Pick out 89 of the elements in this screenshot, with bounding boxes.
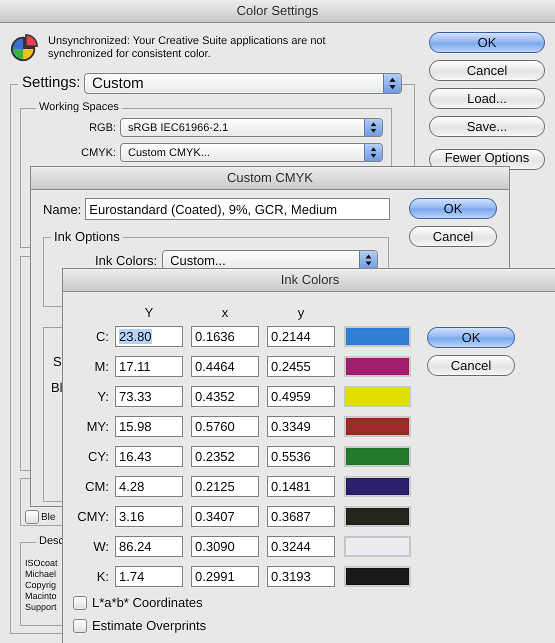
description-text: Copyrig — [25, 580, 58, 591]
stepper-arrows-icon — [359, 251, 378, 269]
row-label: W: — [92, 538, 109, 554]
text-field[interactable]: 3.16 — [115, 506, 183, 526]
text-field[interactable]: 4.28 — [115, 476, 183, 496]
stepper-arrows-icon — [364, 144, 382, 161]
button[interactable]: Save... — [429, 116, 545, 137]
text-field[interactable]: 0.3407 — [191, 506, 259, 526]
text-field[interactable]: 0.3090 — [191, 536, 259, 556]
text-field[interactable]: 86.24 — [115, 536, 183, 556]
field-label: S — [53, 354, 62, 369]
color-swatch[interactable] — [344, 416, 411, 436]
group-legend: Ink Options — [51, 229, 123, 244]
window-title: Custom CMYK — [31, 167, 509, 190]
description-text: ISOcoat — [25, 558, 58, 569]
row-label: Y: — [96, 388, 109, 404]
text-field[interactable]: 17.11 — [115, 356, 183, 376]
color-swatch[interactable] — [344, 506, 411, 526]
checkbox-label: Ble — [41, 512, 56, 522]
checkbox[interactable] — [25, 510, 39, 524]
checkbox[interactable] — [73, 596, 87, 610]
field-label: RGB: — [88, 122, 116, 134]
message-text: Unsynchronized: Your Creative Suite applications are not synchronized for consistent color. — [48, 35, 327, 61]
color-swatch[interactable] — [344, 326, 411, 346]
text-field[interactable]: 0.2144 — [267, 326, 335, 346]
text-field[interactable]: 0.3193 — [267, 566, 335, 586]
text-field[interactable]: 0.3349 — [267, 416, 335, 436]
button[interactable]: Cancel — [409, 226, 497, 247]
button[interactable]: Cancel — [427, 355, 515, 376]
dropdown[interactable]: Custom CMYK... — [120, 143, 383, 162]
text-field[interactable]: 0.4464 — [191, 356, 259, 376]
row-label: MY: — [86, 418, 109, 434]
row-label: C: — [95, 328, 109, 344]
text-field[interactable]: 0.3244 — [267, 536, 335, 556]
text-field[interactable]: 15.98 — [115, 416, 183, 436]
group-legend: Working Spaces — [36, 101, 122, 114]
description-text: Michael — [25, 569, 58, 580]
stepper-arrows-icon — [364, 119, 382, 136]
dropdown[interactable]: Custom... — [162, 250, 378, 270]
column-header: y — [296, 304, 306, 320]
row-label: CY: — [87, 448, 109, 464]
button[interactable]: OK — [409, 198, 497, 219]
dropdown[interactable]: sRGB IEC61966-2.1 — [120, 118, 383, 137]
column-header: Y — [144, 304, 154, 320]
window-title: Ink Colors — [63, 269, 555, 292]
button[interactable]: Cancel — [429, 60, 545, 81]
field-label: Bl — [51, 380, 63, 395]
field-label: Name: — [43, 202, 82, 216]
text-field[interactable]: Eurostandard (Coated), 9%, GCR, Medium — [85, 198, 390, 220]
checkbox-label: Estimate Overprints — [92, 618, 206, 633]
color-swatch[interactable] — [344, 386, 411, 406]
row-label: CMY: — [76, 508, 109, 524]
text-field[interactable]: 16.43 — [115, 446, 183, 466]
description-text: Macinto — [25, 591, 58, 602]
row-label: CM: — [84, 478, 109, 494]
column-header: x — [220, 304, 230, 320]
text-field[interactable]: 73.33 — [115, 386, 183, 406]
text-field[interactable]: 0.2352 — [191, 446, 259, 466]
text-field[interactable]: 0.1481 — [267, 476, 335, 496]
checkbox-label: L*a*b* Coordinates — [92, 595, 203, 610]
text-field[interactable]: 1.74 — [115, 566, 183, 586]
text-field[interactable]: 0.2455 — [267, 356, 335, 376]
text-field[interactable]: 0.2991 — [191, 566, 259, 586]
color-swatch[interactable] — [344, 566, 411, 586]
color-swatch[interactable] — [344, 446, 411, 466]
text-field[interactable]: 0.4352 — [191, 386, 259, 406]
field-label: CMYK: — [80, 146, 116, 158]
row-label: M: — [94, 358, 109, 374]
checkbox[interactable] — [73, 618, 87, 632]
button[interactable]: Load... — [429, 88, 545, 109]
text-field[interactable]: 0.4959 — [267, 386, 335, 406]
text-field[interactable]: 0.3687 — [267, 506, 335, 526]
stepper-arrows-icon — [383, 74, 401, 93]
text-field[interactable]: 0.5536 — [267, 446, 335, 466]
button[interactable]: OK — [427, 327, 515, 348]
color-wheel-icon — [9, 33, 39, 63]
dropdown[interactable]: Custom — [84, 73, 402, 94]
text-field[interactable]: 0.1636 — [191, 326, 259, 346]
button[interactable]: OK — [429, 32, 545, 53]
description-text: Support — [25, 602, 58, 613]
text-field[interactable]: 0.5760 — [191, 416, 259, 436]
color-swatch[interactable] — [344, 536, 411, 556]
text-field[interactable]: 0.2125 — [191, 476, 259, 496]
field-label: Ink Colors: — [95, 252, 158, 268]
color-swatch[interactable] — [344, 356, 411, 376]
text-field[interactable]: 23.80 — [115, 326, 183, 346]
window-title: Color Settings — [0, 0, 555, 23]
row-label: K: — [96, 568, 109, 584]
color-swatch[interactable] — [344, 476, 411, 496]
